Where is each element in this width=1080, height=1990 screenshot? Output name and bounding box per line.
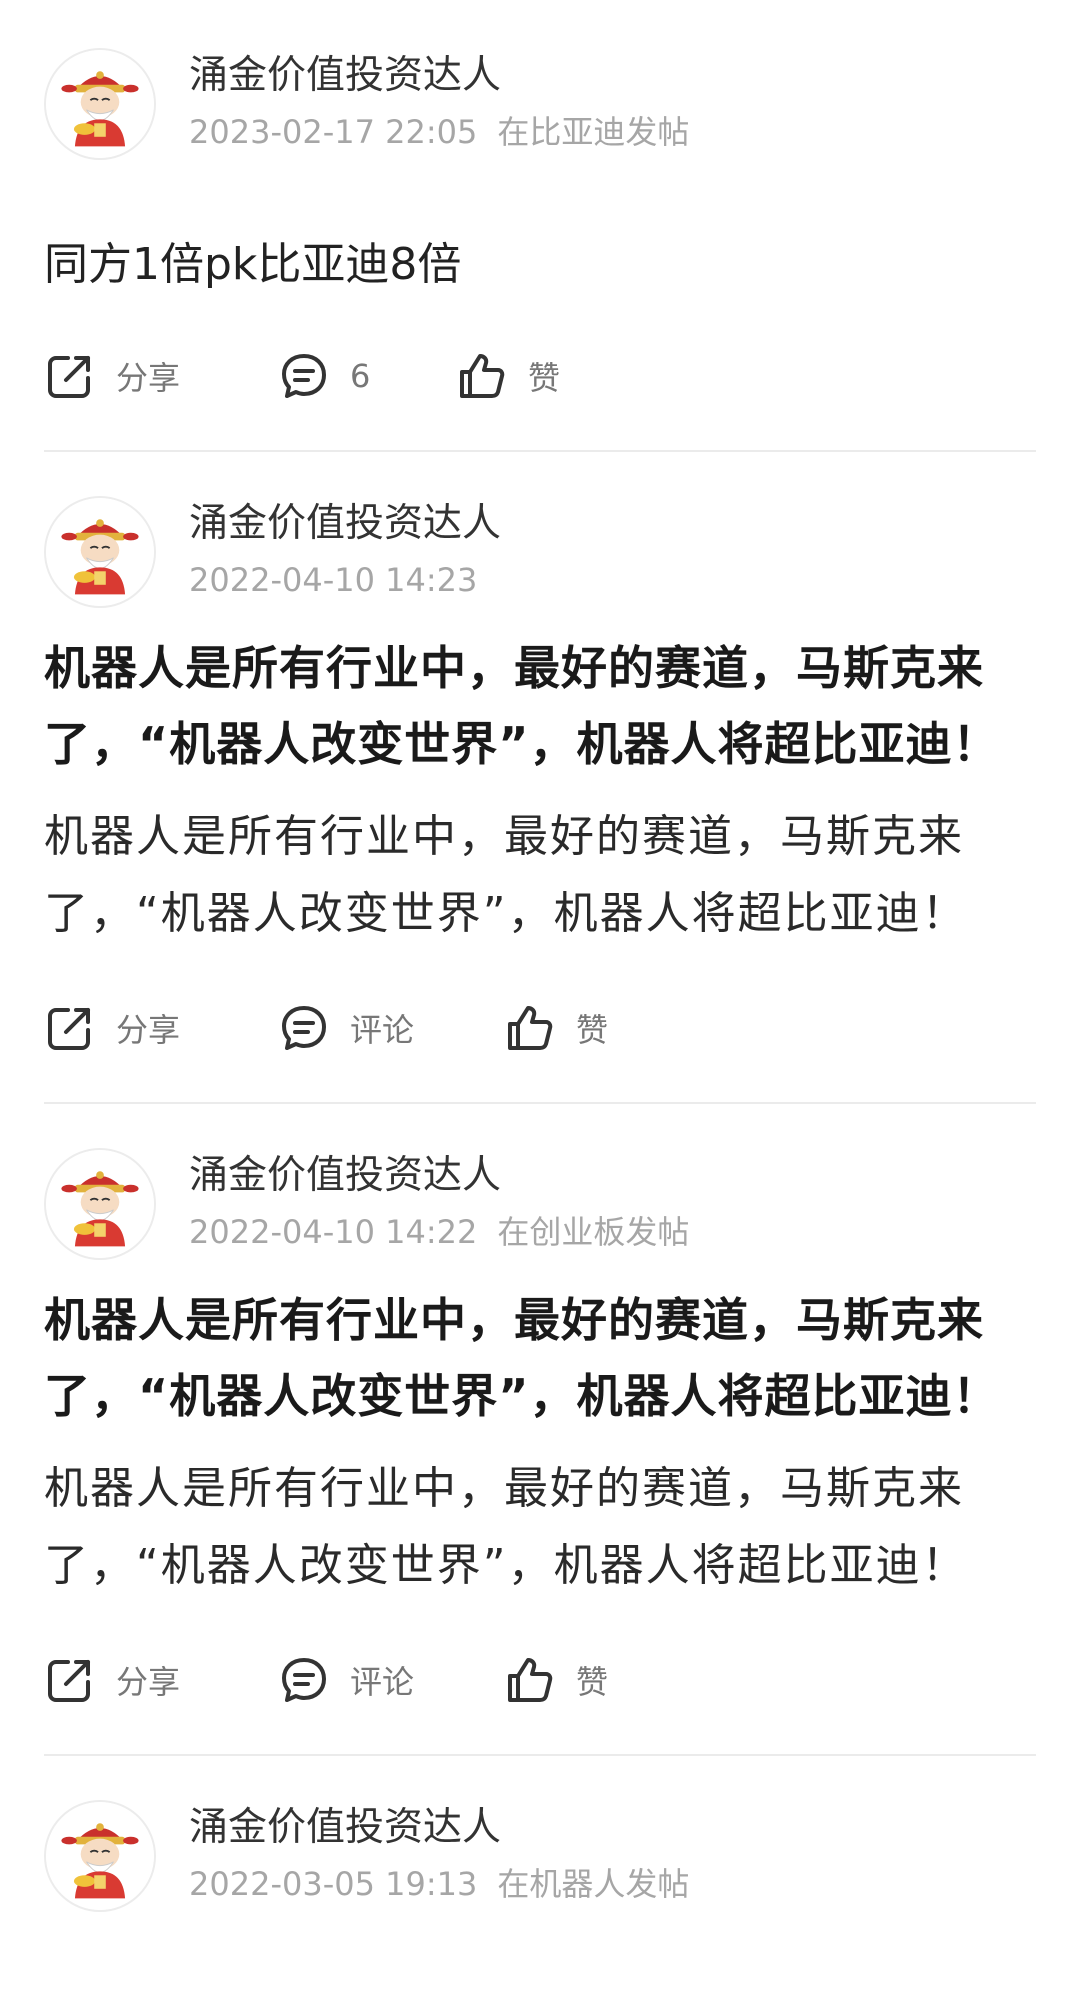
share-label: 分享: [116, 1011, 181, 1049]
post-board[interactable]: 在创业板发帖: [497, 1213, 689, 1251]
post-card[interactable]: 涌金价值投资达人 2023-02-17 22:05 在比亚迪发帖 同方1倍pk比亚…: [0, 0, 1080, 452]
avatar-image: [46, 1802, 154, 1910]
avatar-image: [46, 498, 154, 606]
share-icon: [44, 1002, 96, 1054]
comment-icon: [278, 350, 330, 402]
share-button[interactable]: 分享: [44, 1632, 180, 1728]
post-header: 涌金价值投资达人 2022-03-05 19:13 在机器人发帖: [44, 1800, 1036, 1920]
avatar[interactable]: [44, 496, 156, 608]
post-header: 涌金价值投资达人 2022-04-10 14:23: [44, 496, 1036, 616]
post-title[interactable]: 机器人是所有行业中，最好的赛道，马斯克来了，“机器人改变世界”，机器人将超比亚迪…: [44, 1282, 1036, 1434]
post-time: 2022-04-10 14:23: [189, 561, 478, 599]
post-feed: 涌金价值投资达人 2023-02-17 22:05 在比亚迪发帖 同方1倍pk比亚…: [0, 0, 1080, 1920]
post-actions: 分享 评论 赞: [44, 980, 1036, 1076]
comment-button[interactable]: 6: [278, 328, 370, 424]
post-title[interactable]: 机器人是所有行业中，最好的赛道，马斯克来了，“机器人改变世界”，机器人将超比亚迪…: [44, 630, 1036, 782]
avatar[interactable]: [44, 48, 156, 160]
post-time: 2022-04-10 14:22: [189, 1213, 478, 1251]
post-excerpt[interactable]: 机器人是所有行业中，最好的赛道，马斯克来了，“机器人改变世界”，机器人将超比亚迪…: [44, 798, 1036, 952]
like-label: 赞: [576, 1663, 609, 1701]
like-label: 赞: [528, 359, 561, 397]
comment-label: 评论: [350, 1663, 415, 1701]
share-label: 分享: [116, 359, 181, 397]
thumbs-up-icon: [456, 350, 508, 402]
author-name[interactable]: 涌金价值投资达人: [189, 1150, 501, 1202]
author-name[interactable]: 涌金价值投资达人: [189, 498, 501, 550]
like-button[interactable]: 赞: [504, 1632, 608, 1728]
post-card[interactable]: 涌金价值投资达人 2022-03-05 19:13 在机器人发帖: [0, 1756, 1080, 1920]
like-button[interactable]: 赞: [504, 980, 608, 1076]
share-button[interactable]: 分享: [44, 980, 180, 1076]
post-time: 2022-03-05 19:13: [189, 1865, 478, 1903]
post-board[interactable]: 在比亚迪发帖: [497, 113, 689, 151]
share-button[interactable]: 分享: [44, 328, 180, 424]
post-board[interactable]: 在机器人发帖: [497, 1865, 689, 1903]
post-card[interactable]: 涌金价值投资达人 2022-04-10 14:22 在创业板发帖 机器人是所有行业…: [0, 1104, 1080, 1756]
like-label: 赞: [576, 1011, 609, 1049]
post-meta: 2022-04-10 14:22 在创业板发帖: [189, 1210, 689, 1254]
post-meta: 2022-03-05 19:13 在机器人发帖: [189, 1862, 689, 1906]
post-card[interactable]: 涌金价值投资达人 2022-04-10 14:23 机器人是所有行业中，最好的赛…: [0, 452, 1080, 1104]
avatar-image: [46, 1150, 154, 1258]
share-label: 分享: [116, 1663, 181, 1701]
post-time: 2023-02-17 22:05: [189, 113, 478, 151]
post-meta: 2022-04-10 14:23: [189, 558, 477, 602]
comment-button[interactable]: 评论: [278, 980, 414, 1076]
post-actions: 分享 6 赞: [44, 328, 1036, 424]
comment-icon: [278, 1654, 330, 1706]
post-meta: 2023-02-17 22:05 在比亚迪发帖: [189, 110, 689, 154]
thumbs-up-icon: [504, 1002, 556, 1054]
post-excerpt[interactable]: 机器人是所有行业中，最好的赛道，马斯克来了，“机器人改变世界”，机器人将超比亚迪…: [44, 1450, 1036, 1604]
avatar-image: [46, 50, 154, 158]
avatar[interactable]: [44, 1800, 156, 1912]
author-name[interactable]: 涌金价值投资达人: [189, 1802, 501, 1854]
post-header: 涌金价值投资达人 2023-02-17 22:05 在比亚迪发帖: [44, 48, 1036, 168]
post-actions: 分享 评论 赞: [44, 1632, 1036, 1728]
like-button[interactable]: 赞: [456, 328, 560, 424]
comment-icon: [278, 1002, 330, 1054]
comment-count: 6: [350, 357, 371, 395]
share-icon: [44, 1654, 96, 1706]
author-name[interactable]: 涌金价值投资达人: [189, 50, 501, 102]
share-icon: [44, 350, 96, 402]
comment-button[interactable]: 评论: [278, 1632, 414, 1728]
avatar[interactable]: [44, 1148, 156, 1260]
post-header: 涌金价值投资达人 2022-04-10 14:22 在创业板发帖: [44, 1148, 1036, 1268]
comment-label: 评论: [350, 1011, 415, 1049]
thumbs-up-icon: [504, 1654, 556, 1706]
post-content[interactable]: 同方1倍pk比亚迪8倍: [44, 234, 1036, 296]
